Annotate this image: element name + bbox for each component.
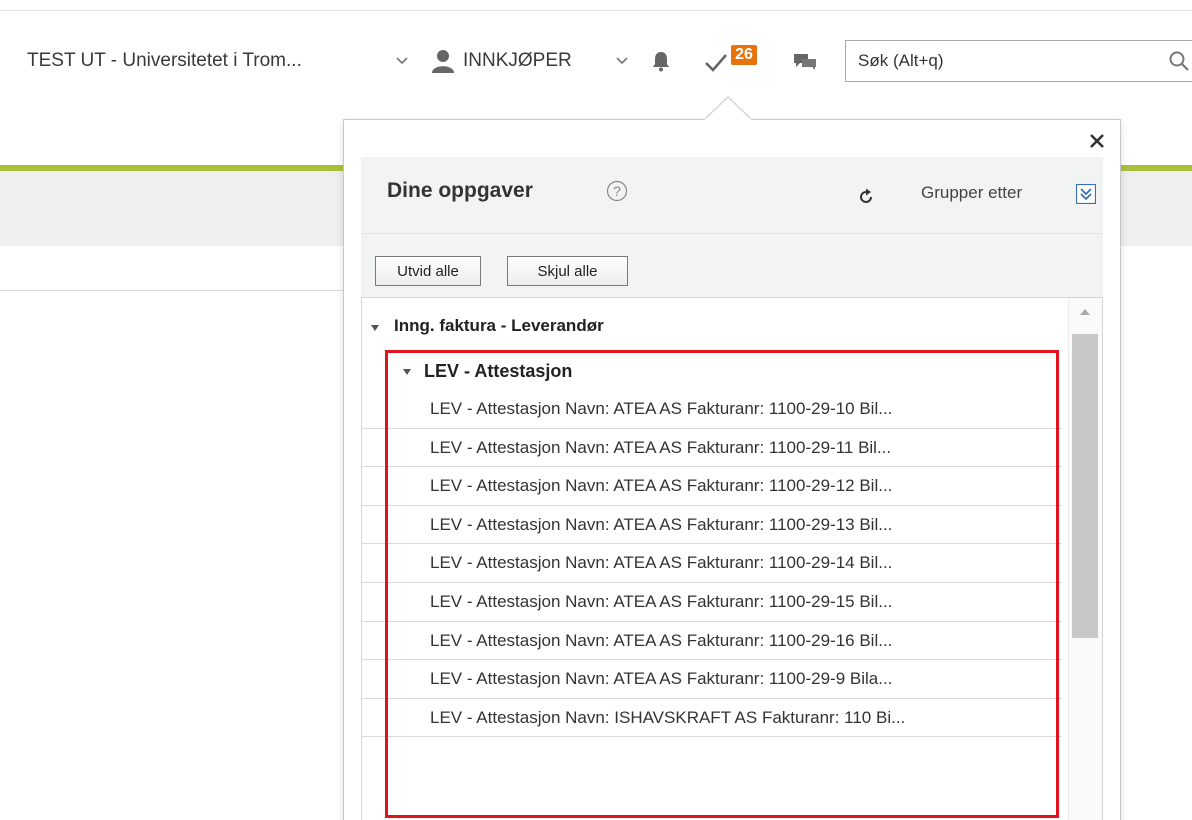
role-selector[interactable]: INNKJØPER bbox=[463, 50, 572, 72]
bell-icon[interactable] bbox=[650, 50, 672, 72]
task-item[interactable]: LEV - Attestasjon Navn: ATEA AS Fakturan… bbox=[362, 506, 1062, 545]
task-item[interactable]: LEV - Attestasjon Navn: ATEA AS Fakturan… bbox=[362, 622, 1062, 661]
search-icon[interactable] bbox=[1168, 50, 1190, 72]
divider bbox=[0, 290, 345, 291]
task-item[interactable]: LEV - Attestasjon Navn: ISHAVSKRAFT AS F… bbox=[362, 699, 1062, 738]
task-list: LEV - Attestasjon Navn: ATEA AS Fakturan… bbox=[362, 390, 1062, 738]
popup-title: Dine oppgaver bbox=[387, 179, 533, 202]
scrollbar-thumb[interactable] bbox=[1072, 334, 1098, 638]
search-box[interactable] bbox=[845, 40, 1192, 82]
task-item[interactable]: LEV - Attestasjon Navn: ATEA AS Fakturan… bbox=[362, 660, 1062, 699]
task-tree: Inng. faktura - Leverandør LEV - Attesta… bbox=[361, 297, 1103, 820]
chevron-down-icon[interactable] bbox=[612, 50, 632, 70]
task-item-label: LEV - Attestasjon Navn: ATEA AS Fakturan… bbox=[430, 476, 893, 496]
group-by-label[interactable]: Grupper etter bbox=[921, 183, 1022, 203]
task-item[interactable]: LEV - Attestasjon Navn: ATEA AS Fakturan… bbox=[362, 583, 1062, 622]
tasks-popup: Dine oppgaver ? Grupper etter Utvid alle… bbox=[343, 119, 1121, 820]
task-item-label: LEV - Attestasjon Navn: ATEA AS Fakturan… bbox=[430, 591, 893, 611]
task-item-label: LEV - Attestasjon Navn: ATEA AS Fakturan… bbox=[430, 399, 893, 418]
collapse-arrow-icon[interactable] bbox=[370, 324, 380, 332]
scrollbar[interactable] bbox=[1068, 298, 1102, 820]
expand-all-button[interactable]: Utvid alle bbox=[375, 256, 481, 286]
task-group-label: Inng. faktura - Leverandør bbox=[394, 316, 604, 335]
organization-name[interactable]: TEST UT - Universitetet i Trom... bbox=[27, 50, 302, 72]
user-icon bbox=[432, 50, 454, 73]
task-item[interactable]: LEV - Attestasjon Navn: ATEA AS Fakturan… bbox=[362, 467, 1062, 506]
popup-toolbar: Utvid alle Skjul alle bbox=[361, 233, 1103, 297]
task-item-label: LEV - Attestasjon Navn: ATEA AS Fakturan… bbox=[430, 437, 892, 457]
task-item[interactable]: LEV - Attestasjon Navn: ATEA AS Fakturan… bbox=[362, 390, 1062, 429]
popup-pointer bbox=[704, 96, 752, 120]
task-item[interactable]: LEV - Attestasjon Navn: ATEA AS Fakturan… bbox=[362, 429, 1062, 468]
popup-header: Dine oppgaver ? Grupper etter bbox=[361, 157, 1103, 233]
scroll-up-arrow-icon[interactable] bbox=[1079, 308, 1091, 316]
task-item[interactable]: LEV - Attestasjon Navn: ATEA AS Fakturan… bbox=[362, 544, 1062, 583]
task-subgroup-label: LEV - Attestasjon bbox=[424, 361, 573, 381]
chevron-down-icon[interactable] bbox=[392, 50, 412, 70]
top-divider bbox=[0, 10, 1192, 11]
collapse-arrow-icon[interactable] bbox=[402, 368, 412, 376]
refresh-icon[interactable] bbox=[856, 187, 876, 207]
task-item-label: LEV - Attestasjon Navn: ATEA AS Fakturan… bbox=[430, 669, 893, 689]
collapse-all-button[interactable]: Skjul alle bbox=[507, 256, 628, 286]
task-item-label: LEV - Attestasjon Navn: ATEA AS Fakturan… bbox=[430, 553, 893, 573]
task-subgroup-row[interactable]: LEV - Attestasjon bbox=[384, 354, 1054, 390]
top-bar: TEST UT - Universitetet i Trom... INNKJØ… bbox=[0, 38, 1192, 82]
search-input[interactable] bbox=[858, 49, 1148, 73]
task-item-label: LEV - Attestasjon Navn: ATEA AS Fakturan… bbox=[430, 630, 893, 650]
help-icon[interactable]: ? bbox=[606, 180, 628, 202]
close-icon[interactable] bbox=[1088, 132, 1106, 150]
task-group-row[interactable]: Inng. faktura - Leverandør bbox=[362, 298, 1062, 354]
double-chevron-down-icon[interactable] bbox=[1076, 184, 1096, 204]
task-item-label: LEV - Attestasjon Navn: ISHAVSKRAFT AS F… bbox=[430, 707, 906, 727]
task-count-badge[interactable]: 26 bbox=[731, 45, 757, 65]
task-item-label: LEV - Attestasjon Navn: ATEA AS Fakturan… bbox=[430, 514, 893, 534]
check-icon[interactable] bbox=[703, 50, 729, 74]
chat-icon[interactable] bbox=[793, 52, 817, 72]
help-symbol: ? bbox=[613, 183, 621, 199]
